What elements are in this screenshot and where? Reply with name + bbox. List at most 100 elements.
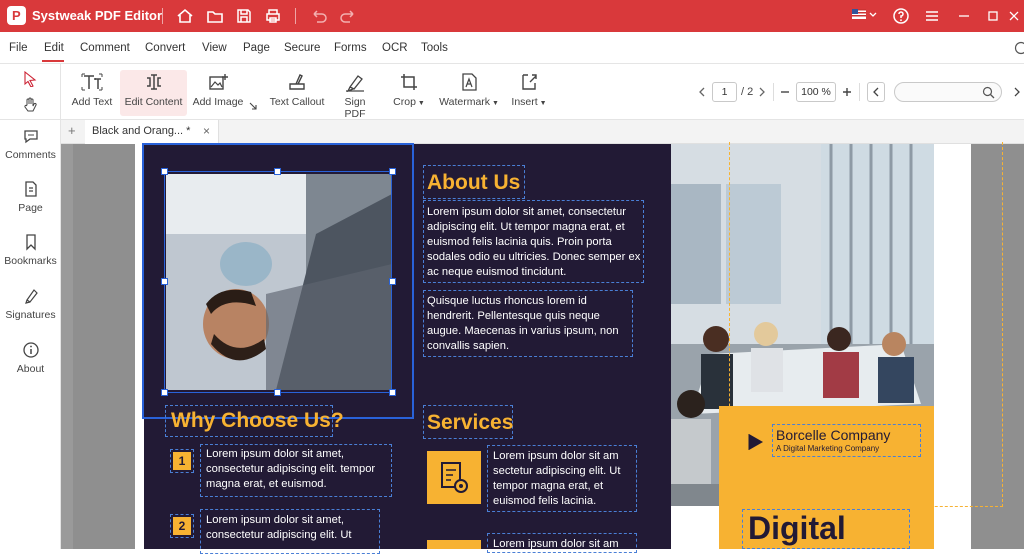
help-icon[interactable] xyxy=(891,6,911,26)
text-callout-button[interactable]: Text Callout xyxy=(268,70,326,116)
home-icon[interactable] xyxy=(175,6,195,26)
collapse-panel-button[interactable] xyxy=(867,82,885,102)
next-page-icon[interactable] xyxy=(757,86,767,98)
menu-bar: File Edit Comment Convert View Page Secu… xyxy=(0,32,1024,64)
tab-bar: + Black and Orang... * × xyxy=(61,120,1024,144)
insert-icon xyxy=(518,72,540,92)
active-menu-indicator xyxy=(42,60,64,62)
add-text-button[interactable]: Add Text xyxy=(69,70,115,116)
company-tagline: A Digital Marketing Company xyxy=(776,444,879,453)
menu-edit[interactable]: Edit xyxy=(44,42,64,54)
close-icon[interactable] xyxy=(1007,6,1021,26)
edit-content-icon xyxy=(143,72,165,92)
watermark-button[interactable]: Watermark ▼ xyxy=(439,70,499,116)
menu-view[interactable]: View xyxy=(202,42,227,54)
menu-secure[interactable]: Secure xyxy=(284,42,320,54)
number-badge: 2 xyxy=(173,517,191,535)
menu-ocr[interactable]: OCR xyxy=(382,42,408,54)
why-item-2-text: Lorem ipsum dolor sit amet, consectetur … xyxy=(206,513,376,543)
zoom-in-icon[interactable] xyxy=(841,86,853,98)
info-icon xyxy=(22,341,40,359)
tab-title: Black and Orang... * xyxy=(92,125,190,137)
about-paragraph-1: Lorem ipsum dolor sit amet, consectetur … xyxy=(427,205,642,280)
maximize-icon[interactable] xyxy=(983,6,1003,26)
toolbar: Add Text Edit Content Add Image Text Cal… xyxy=(61,64,1024,120)
bookmark-icon xyxy=(22,233,40,251)
pen-icon xyxy=(344,72,366,92)
services-item-2-text: Lorem ipsum dolor sit am xyxy=(493,537,635,549)
menu-file[interactable]: File xyxy=(9,42,28,54)
search-next-icon[interactable] xyxy=(1012,86,1022,98)
undo-icon[interactable] xyxy=(309,6,329,26)
menu-forms[interactable]: Forms xyxy=(334,42,367,54)
add-image-button[interactable]: Add Image xyxy=(192,70,244,116)
number-badge: 1 xyxy=(173,452,191,470)
add-text-icon xyxy=(81,72,103,92)
document-viewport: Why Choose Us? 1 Lorem ipsum dolor sit a… xyxy=(61,144,1024,549)
resize-handle[interactable] xyxy=(274,389,281,396)
minimize-icon[interactable] xyxy=(954,6,974,26)
big-heading: Digital Marketing xyxy=(748,511,908,549)
redo-icon[interactable] xyxy=(338,6,358,26)
about-paragraph-2: Quisque luctus rhoncus lorem id hendreri… xyxy=(427,294,631,354)
why-item-1-text: Lorem ipsum dolor sit amet, consectetur … xyxy=(206,447,390,492)
clipboard-target-icon xyxy=(427,451,481,504)
chevron-left-icon xyxy=(868,83,884,101)
services-icon-box xyxy=(427,540,481,549)
app-logo: P xyxy=(7,6,26,25)
image-bounding-box[interactable] xyxy=(164,171,392,393)
menu-comment[interactable]: Comment xyxy=(80,42,130,54)
resize-handle[interactable] xyxy=(389,168,396,175)
resize-handle[interactable] xyxy=(274,168,281,175)
menu-tools[interactable]: Tools xyxy=(421,42,448,54)
sidebar-item-about[interactable]: About xyxy=(0,341,61,375)
watermark-icon xyxy=(458,72,480,92)
search-input[interactable] xyxy=(894,82,1002,102)
chevron-down-icon[interactable] xyxy=(868,10,878,20)
save-icon[interactable] xyxy=(234,6,254,26)
resize-handle[interactable] xyxy=(161,278,168,285)
add-image-icon xyxy=(207,72,229,92)
sidebar-item-comments[interactable]: Comments xyxy=(0,127,61,161)
sidebar-item-bookmarks[interactable]: Bookmarks xyxy=(0,233,61,267)
insert-button[interactable]: Insert ▼ xyxy=(509,70,549,116)
tab-document[interactable]: Black and Orang... * × xyxy=(85,120,219,144)
dark-panel: Why Choose Us? 1 Lorem ipsum dolor sit a… xyxy=(144,144,671,549)
why-heading: Why Choose Us? xyxy=(171,409,344,433)
zoom-out-icon[interactable] xyxy=(779,86,791,98)
select-cursor-icon[interactable] xyxy=(23,71,37,87)
company-name: Borcelle Company xyxy=(776,427,890,443)
app-title: Systweak PDF Editor xyxy=(32,8,162,23)
page-icon xyxy=(22,180,40,198)
services-icon-box xyxy=(427,451,481,504)
sidebar-item-signatures[interactable]: Signatures xyxy=(0,287,61,321)
sidebar-item-page[interactable]: Page xyxy=(0,180,61,214)
search-global-icon[interactable] xyxy=(1014,41,1024,55)
scroll-gutter xyxy=(61,144,73,549)
pdf-page: Why Choose Us? 1 Lorem ipsum dolor sit a… xyxy=(135,144,971,549)
resize-handle[interactable] xyxy=(389,389,396,396)
crop-button[interactable]: Crop ▼ xyxy=(391,70,427,116)
hamburger-menu-icon[interactable] xyxy=(922,6,942,26)
resize-handle[interactable] xyxy=(161,168,168,175)
menu-convert[interactable]: Convert xyxy=(145,42,185,54)
tab-close-button[interactable]: × xyxy=(203,124,210,138)
about-heading: About Us xyxy=(427,171,520,195)
flag-icon[interactable] xyxy=(852,9,866,19)
zoom-input[interactable]: 100 % xyxy=(796,82,836,102)
prev-page-icon[interactable] xyxy=(697,86,707,98)
crop-icon xyxy=(398,72,420,92)
menu-page[interactable]: Page xyxy=(243,42,270,54)
sign-pdf-button[interactable]: Sign PDF xyxy=(333,70,377,116)
separator xyxy=(0,119,61,120)
resize-handle[interactable] xyxy=(389,278,396,285)
hand-tool-icon[interactable] xyxy=(23,97,37,113)
open-folder-icon[interactable] xyxy=(205,6,225,26)
play-arrow-icon xyxy=(748,433,764,451)
page-number-input[interactable]: 1 xyxy=(712,82,737,102)
resize-handle[interactable] xyxy=(161,389,168,396)
print-icon[interactable] xyxy=(263,6,283,26)
edit-content-button[interactable]: Edit Content xyxy=(120,70,187,116)
expand-arrow-icon[interactable] xyxy=(249,102,257,110)
add-tab-button[interactable]: + xyxy=(68,123,76,138)
